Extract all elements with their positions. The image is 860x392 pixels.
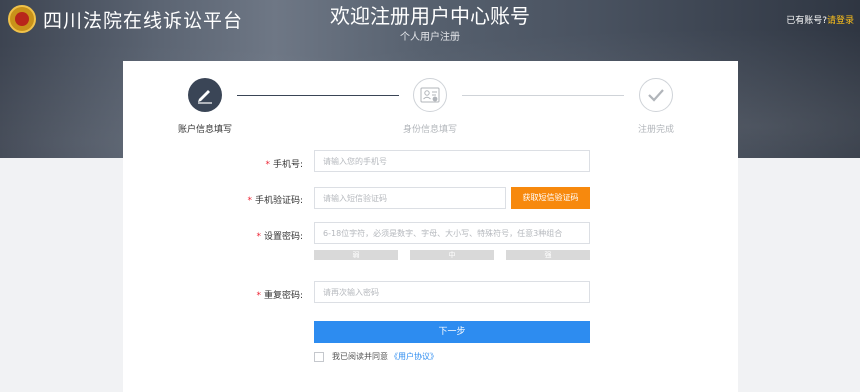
password-input[interactable] [314,222,590,244]
confirm-password-input[interactable] [314,281,590,303]
login-prompt: 已有账号? [786,16,827,26]
confirm-password-label: * 重复密码: [256,291,303,301]
agree-text: 我已阅读并同意 [332,352,388,361]
login-link[interactable]: 请登录 [827,16,854,26]
pen-icon [188,78,222,112]
login-area: 已有账号?请登录 [786,13,854,26]
strength-weak: 弱 [314,250,398,260]
phone-input[interactable] [314,150,590,172]
step-2-label: 身份信息填写 [402,125,457,135]
page-subtitle: 个人用户注册 [400,32,460,43]
sms-code-label: * 手机验证码: [247,196,303,206]
step-line-2 [462,95,624,96]
check-icon [639,78,673,112]
step-line-1 [237,95,399,96]
sms-code-input[interactable] [314,187,506,209]
phone-label: * 手机号: [265,160,303,170]
agree-checkbox[interactable] [314,351,324,362]
step-1-label: 账户信息填写 [177,125,232,135]
user-agreement-link[interactable]: 《用户协议》 [390,351,438,362]
get-sms-code-button[interactable]: 获取短信验证码 [511,187,590,209]
password-label: * 设置密码: [256,232,303,242]
page-title: 欢迎注册用户中心账号 [330,4,530,28]
next-button[interactable]: 下一步 [314,321,590,343]
id-card-icon [413,78,447,112]
strength-medium: 中 [410,250,494,260]
agreement-row: 我已阅读并同意 《用户协议》 [314,351,438,362]
strength-strong: 强 [506,250,590,260]
registration-card: 账户信息填写 身份信息填写 注册完成 *手机号: *手机验证码: 获取短信验证码… [123,61,738,392]
step-3-label: 注册完成 [637,125,674,135]
